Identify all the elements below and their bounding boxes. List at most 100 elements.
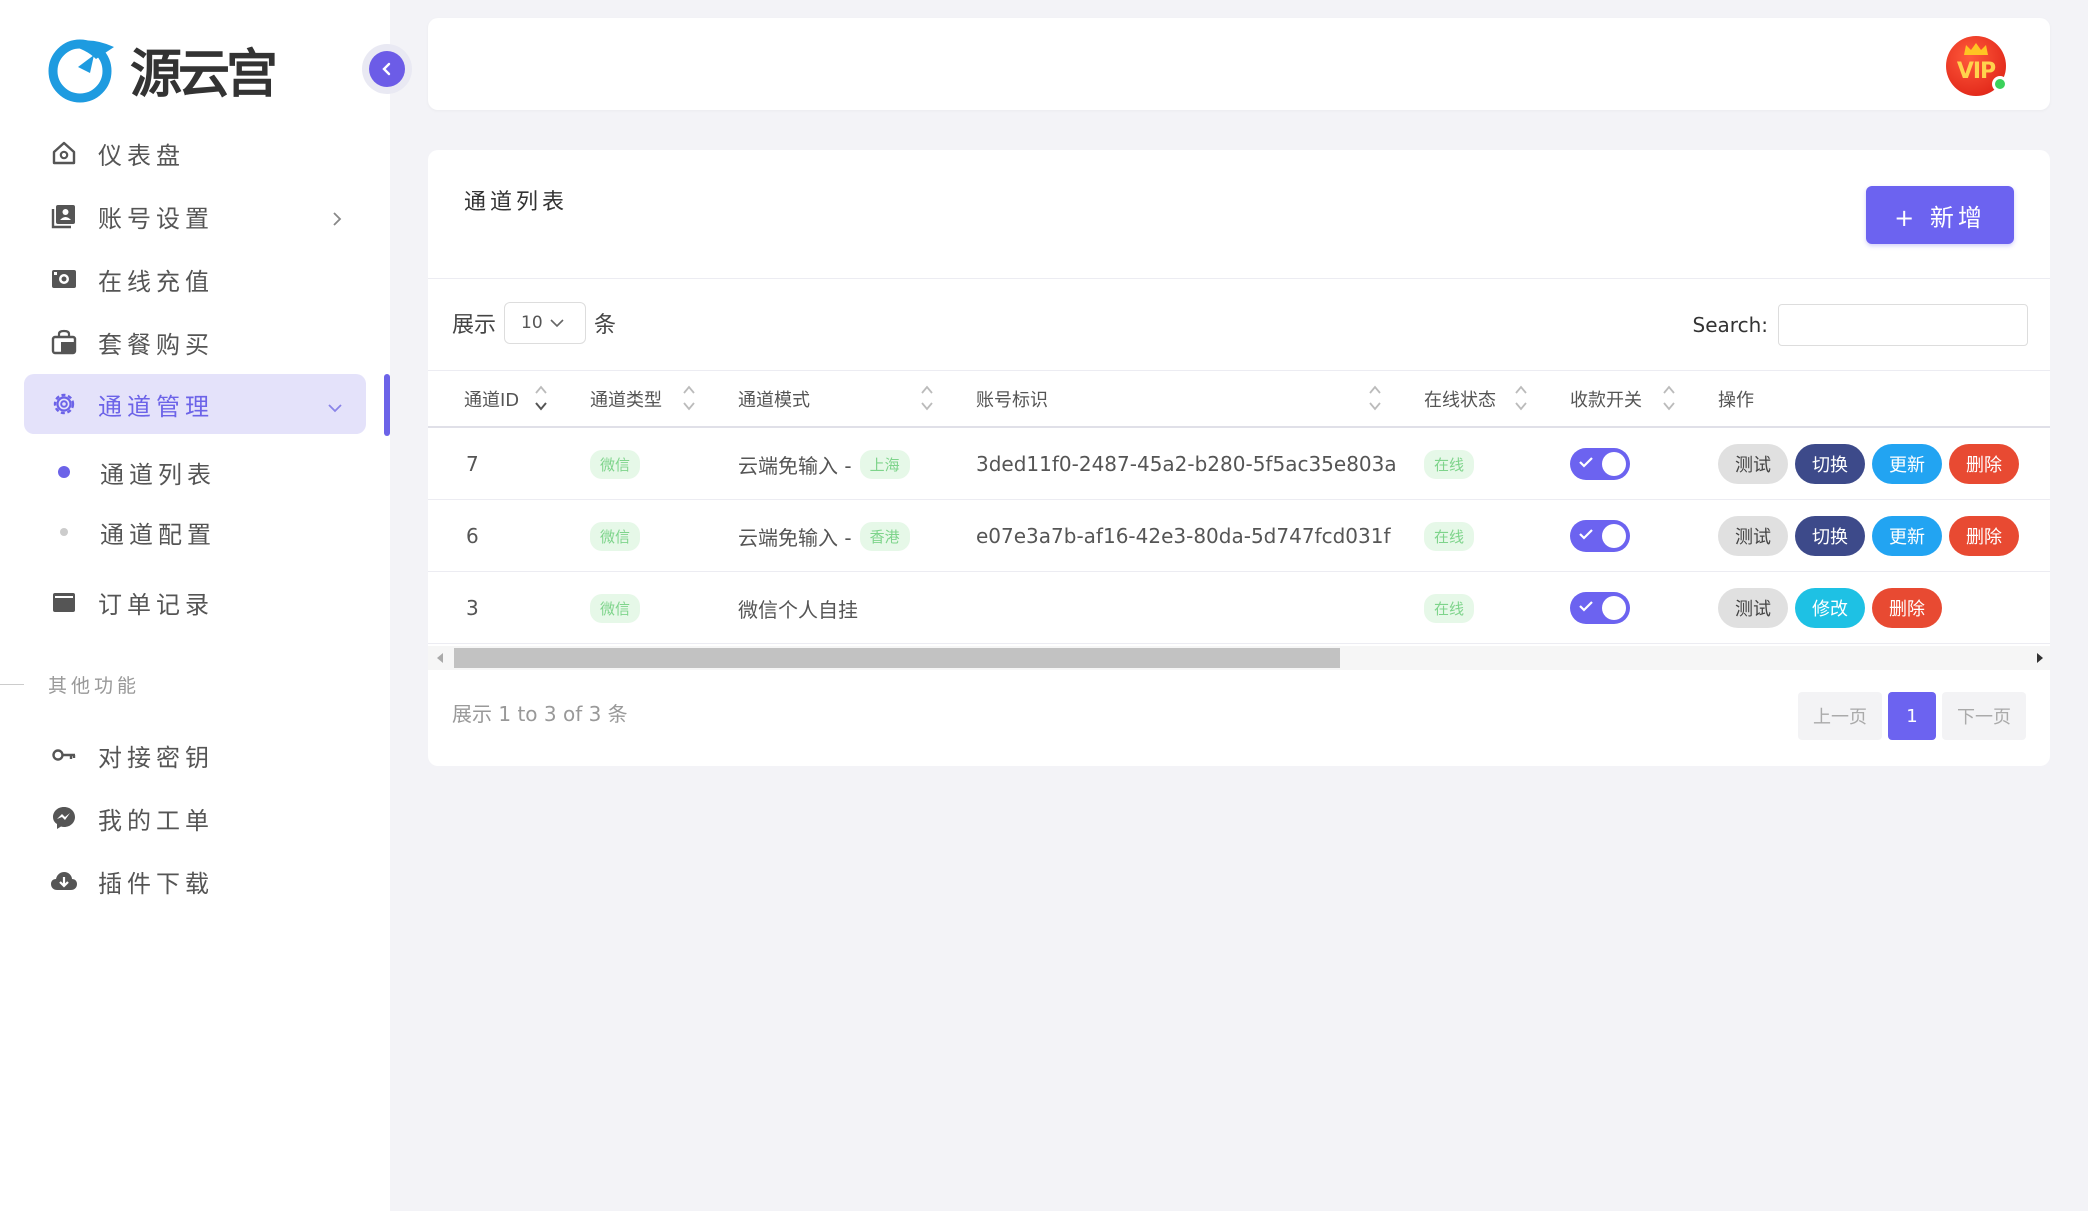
status-badge: 在线 xyxy=(1424,521,1475,551)
sidebar: 源云宫 仪表盘 账号设置 在线充值 套餐购买 通道管理 通道列表 通道配置 订单… xyxy=(0,0,390,1211)
add-channel-button[interactable]: + 新增 xyxy=(1866,186,2014,244)
mode-text: 云端免输入 - xyxy=(738,525,852,550)
cell-mode: 云端免输入 - 香港 xyxy=(738,500,910,572)
active-indicator xyxy=(384,374,390,436)
online-status-dot xyxy=(1992,76,2008,92)
section-divider xyxy=(0,684,24,685)
sort-icon[interactable] xyxy=(1514,383,1528,413)
sidebar-subitem-label: 通道列表 xyxy=(100,460,216,489)
column-header-id[interactable]: 通道ID xyxy=(464,371,519,427)
cloud-download-icon xyxy=(46,869,82,893)
scrollbar-thumb[interactable] xyxy=(454,648,1340,668)
shopping-bag-icon xyxy=(46,329,82,355)
test-button[interactable]: 测试 xyxy=(1718,588,1788,628)
search-control: Search: xyxy=(1693,304,2028,346)
switch-button[interactable]: 切换 xyxy=(1795,516,1865,556)
column-header-type[interactable]: 通道类型 xyxy=(590,371,662,427)
sidebar-item-order-records[interactable]: 订单记录 xyxy=(24,572,366,632)
cell-status: 在线 xyxy=(1424,500,1475,572)
sort-icon[interactable] xyxy=(682,383,696,413)
camera-icon xyxy=(46,266,82,292)
update-button[interactable]: 更新 xyxy=(1872,516,1942,556)
check-icon xyxy=(1579,457,1593,468)
delete-button[interactable]: 删除 xyxy=(1949,516,2019,556)
test-button[interactable]: 测试 xyxy=(1718,444,1788,484)
column-header-account[interactable]: 账号标识 xyxy=(976,371,1048,427)
sidebar-item-channel-management[interactable]: 通道管理 xyxy=(24,374,366,434)
id-card-icon xyxy=(46,203,82,229)
sidebar-subitem-channel-list[interactable]: 通道列表 xyxy=(24,447,366,497)
page-length-select[interactable]: 10 xyxy=(504,302,587,344)
status-badge: 在线 xyxy=(1424,449,1475,479)
sidebar-item-label: 账号设置 xyxy=(98,204,214,233)
cell-id: 6 xyxy=(466,524,479,548)
cell-id: 3 xyxy=(466,596,479,620)
sidebar-item-my-tickets[interactable]: 我的工单 xyxy=(24,788,366,848)
sidebar-item-dashboard[interactable]: 仪表盘 xyxy=(24,123,366,183)
cell-mode: 微信个人自挂 xyxy=(738,572,858,644)
chevron-right-icon xyxy=(330,206,344,234)
vip-badge-text: VIP xyxy=(1956,58,1996,84)
cell-actions: 测试 切换 更新 删除 xyxy=(1718,500,2026,572)
search-label: Search: xyxy=(1692,313,1768,337)
payment-toggle[interactable] xyxy=(1570,448,1630,480)
sidebar-collapse-button[interactable] xyxy=(362,44,412,94)
channel-table: 通道ID 通道类型 通道模式 账号标识 在线状态 收款开关 操作 7 微信 云端… xyxy=(428,370,2050,644)
cell-account: 3ded11f0-2487-45a2-b280-5f5ac35e803a xyxy=(976,452,1397,476)
column-header-mode[interactable]: 通道模式 xyxy=(738,371,810,427)
sidebar-item-label: 在线充值 xyxy=(98,267,214,296)
mode-text: 微信个人自挂 xyxy=(738,597,858,622)
messenger-icon xyxy=(46,805,82,831)
column-header-status[interactable]: 在线状态 xyxy=(1424,371,1496,427)
card-title: 通道列表 xyxy=(464,190,569,215)
logo[interactable]: 源云宫 xyxy=(48,32,278,107)
column-header-switch[interactable]: 收款开关 xyxy=(1570,371,1642,427)
chevron-down-icon xyxy=(550,319,564,328)
update-button[interactable]: 更新 xyxy=(1872,444,1942,484)
edit-button[interactable]: 修改 xyxy=(1795,588,1865,628)
cell-actions: 测试 修改 删除 xyxy=(1718,572,1949,644)
cell-status: 在线 xyxy=(1424,428,1475,500)
region-badge: 上海 xyxy=(859,449,910,479)
sidebar-subitem-channel-config[interactable]: 通道配置 xyxy=(24,507,366,557)
cell-id: 7 xyxy=(466,452,479,476)
type-badge: 微信 xyxy=(590,593,641,623)
table-info: 展示 1 to 3 of 3 条 xyxy=(452,702,628,726)
sidebar-item-label: 插件下载 xyxy=(98,869,214,898)
sidebar-item-recharge[interactable]: 在线充值 xyxy=(24,249,366,309)
delete-button[interactable]: 删除 xyxy=(1949,444,2019,484)
sort-icon[interactable] xyxy=(1662,383,1676,413)
cell-status: 在线 xyxy=(1424,572,1475,644)
toggle-knob xyxy=(1602,524,1626,548)
sort-icon[interactable] xyxy=(1368,383,1382,413)
sort-icon[interactable] xyxy=(920,383,934,413)
test-button[interactable]: 测试 xyxy=(1718,516,1788,556)
sidebar-item-package-purchase[interactable]: 套餐购买 xyxy=(24,312,366,372)
scroll-right-arrow-icon[interactable] xyxy=(2036,653,2044,663)
search-input[interactable] xyxy=(1778,304,2028,346)
payment-toggle[interactable] xyxy=(1570,592,1630,624)
scroll-left-arrow-icon[interactable] xyxy=(436,653,444,663)
sidebar-item-api-key[interactable]: 对接密钥 xyxy=(24,725,366,785)
user-avatar[interactable]: VIP xyxy=(1946,36,2008,96)
region-badge: 香港 xyxy=(859,521,910,551)
mode-text: 云端免输入 - xyxy=(738,453,852,478)
show-prefix: 展示 xyxy=(452,313,497,338)
sort-desc-icon[interactable] xyxy=(534,383,548,413)
prev-page-button[interactable]: 上一页 xyxy=(1798,692,1882,740)
sidebar-item-plugin-download[interactable]: 插件下载 xyxy=(24,851,366,911)
cell-actions: 测试 切换 更新 删除 xyxy=(1718,428,2026,500)
sidebar-item-account-settings[interactable]: 账号设置 xyxy=(24,186,366,246)
logo-mark-icon xyxy=(48,37,118,103)
delete-button[interactable]: 删除 xyxy=(1872,588,1942,628)
status-badge: 在线 xyxy=(1424,593,1475,623)
page-1-button[interactable]: 1 xyxy=(1888,692,1936,740)
horizontal-scrollbar[interactable] xyxy=(428,646,2050,670)
cell-type: 微信 xyxy=(590,428,641,500)
show-suffix: 条 xyxy=(594,313,617,338)
chevron-left-icon xyxy=(369,51,405,87)
payment-toggle[interactable] xyxy=(1570,520,1630,552)
toggle-knob xyxy=(1602,452,1626,476)
next-page-button[interactable]: 下一页 xyxy=(1942,692,2026,740)
switch-button[interactable]: 切换 xyxy=(1795,444,1865,484)
